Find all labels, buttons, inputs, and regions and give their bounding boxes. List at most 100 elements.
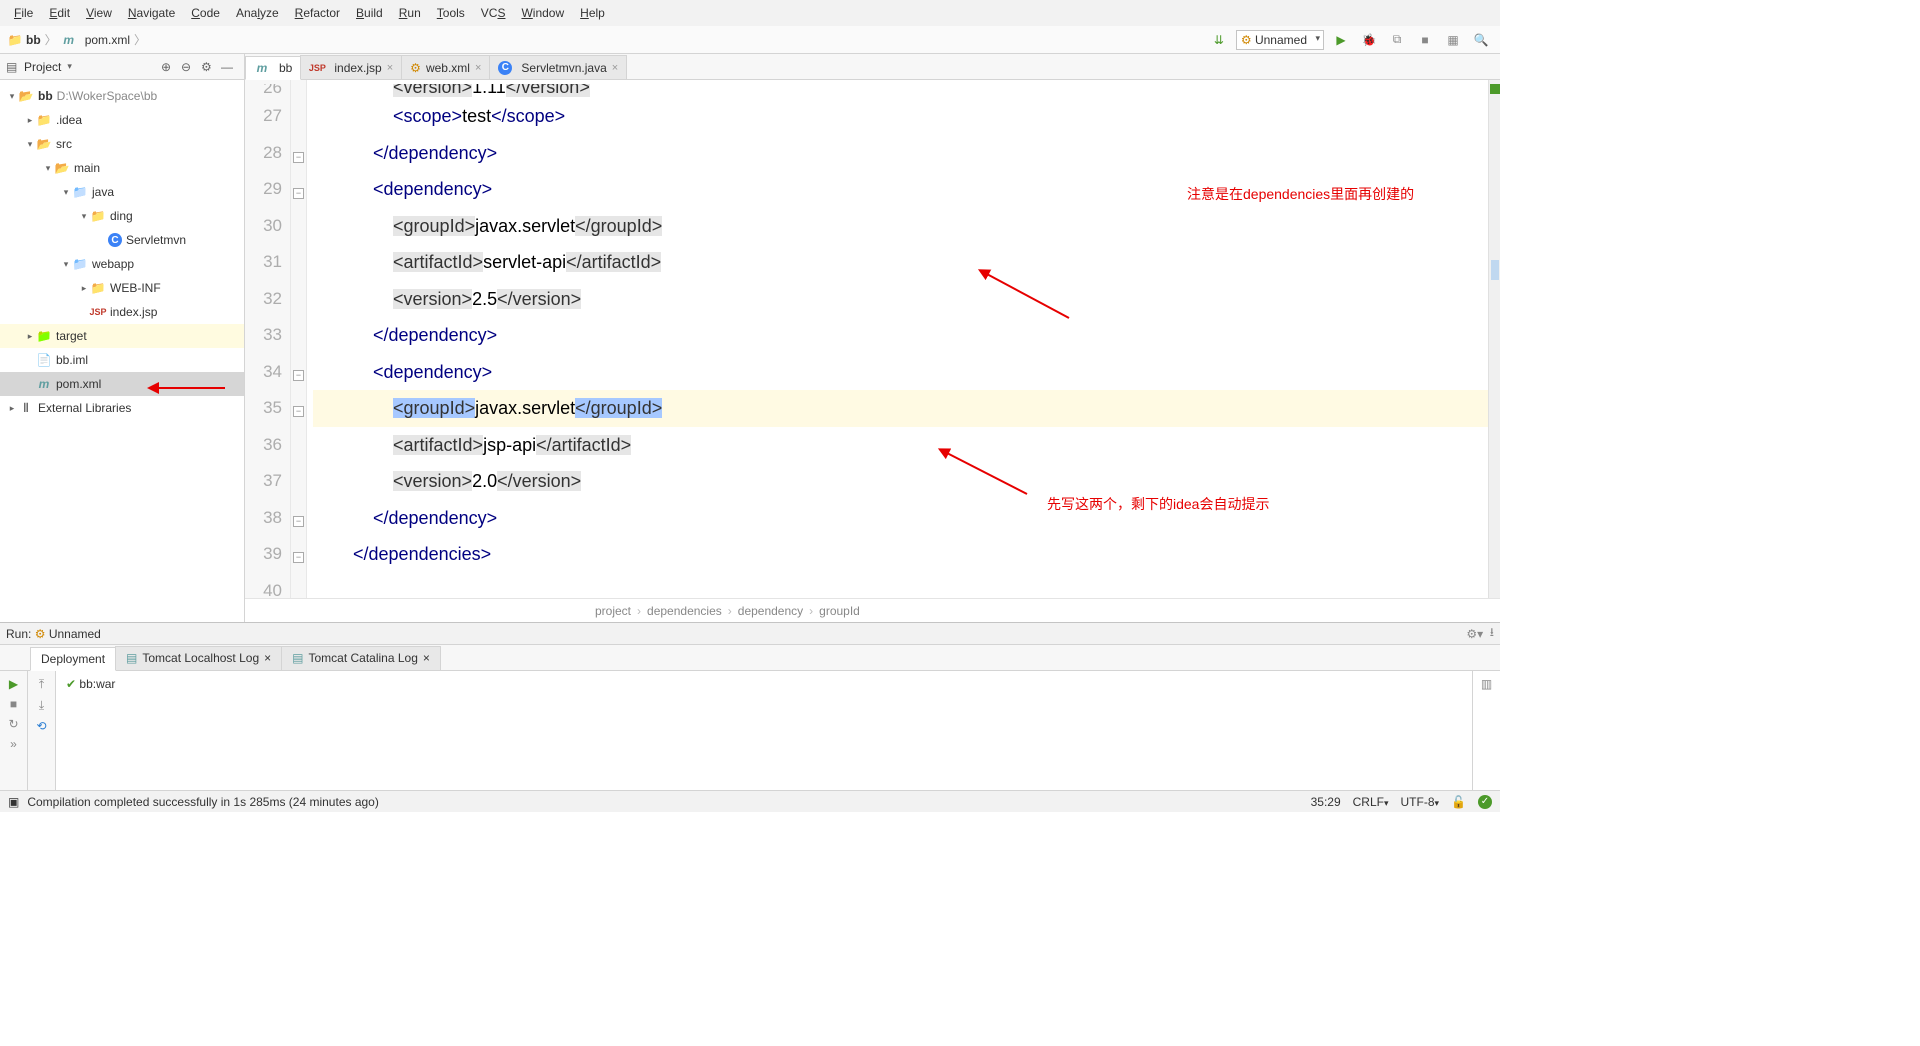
run-tabs: Deployment▤Tomcat Localhost Log×▤Tomcat … bbox=[0, 645, 1500, 671]
tree-item-main[interactable]: ▾main bbox=[0, 156, 244, 180]
code-line-28[interactable]: </dependency> bbox=[313, 135, 1488, 172]
breadcrumb-project[interactable]: project bbox=[595, 604, 631, 618]
tree-item-bb[interactable]: ▾bb D:\WokerSpace\bb bbox=[0, 84, 244, 108]
menu-run[interactable]: Run bbox=[393, 2, 427, 24]
code-line-35[interactable]: <groupId>javax.servlet</groupId> bbox=[313, 390, 1488, 427]
code-line-39[interactable]: </dependencies> bbox=[313, 536, 1488, 573]
hide-icon[interactable]: — bbox=[221, 60, 235, 74]
refresh-icon[interactable]: ⟲ bbox=[36, 719, 46, 733]
run-tab-tomcat-catalina-log[interactable]: ▤Tomcat Catalina Log× bbox=[281, 646, 441, 670]
status-toggle-icon[interactable]: ▣ bbox=[8, 795, 19, 809]
code-line-34[interactable]: <dependency> bbox=[313, 354, 1488, 391]
marker-bar[interactable] bbox=[1488, 80, 1500, 598]
code-line-32[interactable]: <version>2.5</version> bbox=[313, 281, 1488, 318]
gear-icon[interactable]: ⚙ bbox=[201, 60, 215, 74]
run-tab-tomcat-localhost-log[interactable]: ▤Tomcat Localhost Log× bbox=[115, 646, 282, 670]
tab-web-xml[interactable]: ⚙web.xml× bbox=[401, 55, 490, 79]
coverage-button[interactable]: ⧉ bbox=[1386, 29, 1408, 51]
tree-item-index-jsp[interactable]: JSPindex.jsp bbox=[0, 300, 244, 324]
code-line-26[interactable]: <version>1.11</version> bbox=[313, 84, 1488, 98]
tree-item-java[interactable]: ▾java bbox=[0, 180, 244, 204]
layout-icon[interactable]: ▥ bbox=[1481, 677, 1492, 691]
close-icon[interactable]: × bbox=[612, 62, 618, 74]
menu-vcs[interactable]: VCS bbox=[475, 2, 512, 24]
menu-analyze[interactable]: Analyze bbox=[230, 2, 285, 24]
code-line-31[interactable]: <artifactId>servlet-api</artifactId> bbox=[313, 244, 1488, 281]
menu-file[interactable]: File bbox=[8, 2, 39, 24]
line-separator[interactable]: CRLF▾ bbox=[1353, 795, 1389, 809]
menu-view[interactable]: View bbox=[80, 2, 118, 24]
code-line-38[interactable]: </dependency> bbox=[313, 500, 1488, 537]
menu-tools[interactable]: Tools bbox=[431, 2, 471, 24]
code-area[interactable]: 262728293031323334353637383940 −−−−−− <v… bbox=[245, 80, 1500, 598]
caret-position[interactable]: 35:29 bbox=[1311, 795, 1341, 809]
run-button[interactable]: ▶ bbox=[1330, 29, 1352, 51]
run-icon[interactable]: ▶ bbox=[9, 677, 18, 691]
run-tab-deployment[interactable]: Deployment bbox=[30, 647, 116, 671]
code-line-27[interactable]: <scope>test</scope> bbox=[313, 98, 1488, 135]
rerun-icon[interactable]: ↻ bbox=[8, 717, 18, 731]
run-config-selector[interactable]: ⚙ Unnamed bbox=[1236, 30, 1324, 50]
tree-item-webapp[interactable]: ▾webapp bbox=[0, 252, 244, 276]
breadcrumb-groupId[interactable]: groupId bbox=[819, 604, 860, 618]
code-line-33[interactable]: </dependency> bbox=[313, 317, 1488, 354]
tree-item--idea[interactable]: ▸.idea bbox=[0, 108, 244, 132]
code-line-30[interactable]: <groupId>javax.servlet</groupId> bbox=[313, 208, 1488, 245]
tab-index-jsp[interactable]: JSPindex.jsp× bbox=[300, 55, 402, 79]
tree-item-ding[interactable]: ▾ding bbox=[0, 204, 244, 228]
tree-item-web-inf[interactable]: ▸WEB-INF bbox=[0, 276, 244, 300]
code-line-36[interactable]: <artifactId>jsp-api</artifactId> bbox=[313, 427, 1488, 464]
debug-button[interactable]: 🐞 bbox=[1358, 29, 1380, 51]
down-icon[interactable]: ⤓ bbox=[39, 698, 44, 713]
code-lines[interactable]: <version>1.11</version> <scope>test</sco… bbox=[307, 80, 1488, 598]
close-icon[interactable]: × bbox=[475, 62, 481, 74]
menu-navigate[interactable]: Navigate bbox=[122, 2, 181, 24]
breadcrumb-dependency[interactable]: dependency bbox=[738, 604, 803, 618]
project-tree[interactable]: ▾bb D:\WokerSpace\bb▸.idea▾src▾main▾java… bbox=[0, 80, 244, 622]
crumb-file[interactable]: pom.xml bbox=[85, 33, 130, 47]
run-toolbar-right: ▥ bbox=[1472, 671, 1500, 790]
fold-toggle[interactable]: − bbox=[293, 370, 304, 381]
tree-item-target[interactable]: ▸target bbox=[0, 324, 244, 348]
run-toolbar-left: ▶ ■ ↻ » bbox=[0, 671, 28, 790]
fold-toggle[interactable]: − bbox=[293, 516, 304, 527]
lock-icon[interactable]: 🔓 bbox=[1451, 795, 1466, 809]
tree-item-servletmvn[interactable]: CServletmvn bbox=[0, 228, 244, 252]
menu-code[interactable]: Code bbox=[185, 2, 226, 24]
collapse-icon[interactable]: ⊕ bbox=[161, 60, 175, 74]
editor-tabs: mbbJSPindex.jsp×⚙web.xml×CServletmvn.jav… bbox=[245, 54, 1500, 80]
menu-edit[interactable]: Edit bbox=[43, 2, 76, 24]
gear-icon[interactable]: ⚙▾ bbox=[1466, 627, 1483, 641]
close-icon[interactable]: × bbox=[387, 62, 393, 74]
tree-item-bb-iml[interactable]: 📄bb.iml bbox=[0, 348, 244, 372]
tab-servletmvn-java[interactable]: CServletmvn.java× bbox=[489, 55, 627, 79]
crumb-root[interactable]: bb bbox=[26, 33, 41, 47]
fold-toggle[interactable]: − bbox=[293, 188, 304, 199]
tab-bb[interactable]: mbb bbox=[245, 56, 301, 80]
encoding[interactable]: UTF-8▾ bbox=[1401, 795, 1440, 809]
stop-button[interactable]: ■ bbox=[1414, 29, 1436, 51]
code-line-37[interactable]: <version>2.0</version> bbox=[313, 463, 1488, 500]
tree-item-pom-xml[interactable]: mpom.xml bbox=[0, 372, 244, 396]
menu-refactor[interactable]: Refactor bbox=[289, 2, 346, 24]
tree-item-external-libraries[interactable]: ▸⫴External Libraries bbox=[0, 396, 244, 420]
sync-icon[interactable]: ⇊ bbox=[1208, 29, 1230, 51]
breadcrumb-dependencies[interactable]: dependencies bbox=[647, 604, 722, 618]
more-icon[interactable]: » bbox=[10, 737, 17, 751]
stop-icon[interactable]: ■ bbox=[10, 697, 17, 711]
structure-button[interactable]: ▦ bbox=[1442, 29, 1464, 51]
tree-item-src[interactable]: ▾src bbox=[0, 132, 244, 156]
fold-toggle[interactable]: − bbox=[293, 152, 304, 163]
menu-build[interactable]: Build bbox=[350, 2, 389, 24]
fold-toggle[interactable]: − bbox=[293, 552, 304, 563]
close-icon[interactable]: × bbox=[423, 651, 430, 665]
up-icon[interactable]: ⤒ bbox=[39, 677, 44, 692]
search-button[interactable]: 🔍 bbox=[1470, 29, 1492, 51]
download-icon[interactable]: ⭳ bbox=[1490, 623, 1494, 644]
scroll-icon[interactable]: ⊖ bbox=[181, 60, 195, 74]
close-icon[interactable]: × bbox=[264, 651, 271, 665]
menu-window[interactable]: Window bbox=[515, 2, 570, 24]
run-output[interactable]: ✔ bb:war bbox=[56, 671, 1472, 790]
fold-toggle[interactable]: − bbox=[293, 406, 304, 417]
menu-help[interactable]: Help bbox=[574, 2, 611, 24]
